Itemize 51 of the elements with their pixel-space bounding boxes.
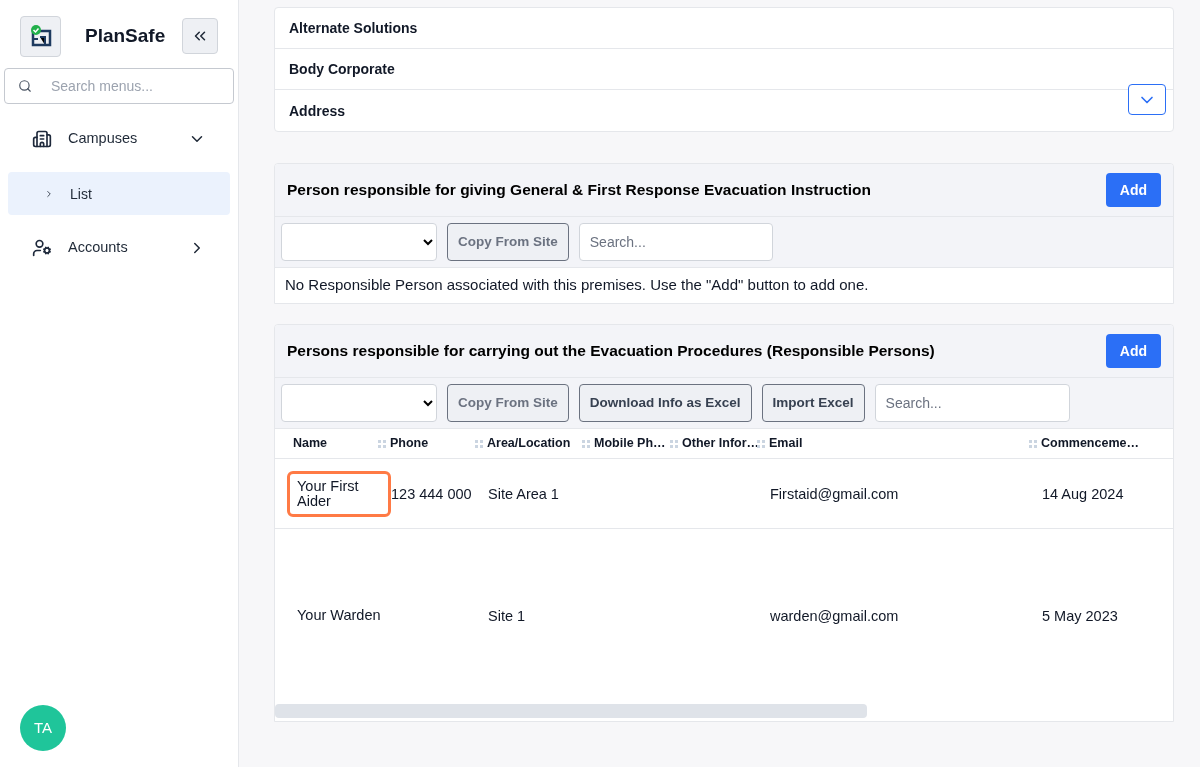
toolbar-button[interactable]: Import Excel (761, 384, 865, 422)
drag-handle-icon[interactable] (582, 439, 590, 448)
panel-title: Persons responsible for carrying out the Evacuation Procedures (Responsible Persons) (287, 341, 935, 362)
table-cell: Site 1 (488, 607, 526, 624)
table-cell: 14 Aug 2024 (1042, 485, 1124, 502)
table-cell-text: Your First Aider (297, 478, 360, 509)
collapse-button[interactable] (182, 18, 218, 54)
table-cell: 5 May 2023 (1042, 607, 1118, 624)
table-cell: Site Area 1 (488, 485, 559, 502)
toolbar-button[interactable]: Copy From Site (447, 223, 569, 261)
drag-handle-icon[interactable] (670, 439, 678, 448)
column-header[interactable]: Name (276, 434, 328, 453)
building-icon (32, 129, 52, 149)
table-cell-text: Your Warden (297, 608, 382, 623)
drag-handle-icon[interactable] (378, 439, 386, 448)
column-header[interactable]: Other Infor… (682, 434, 760, 453)
detail-label: Alternate Solutions (289, 19, 418, 38)
drag-handle-icon[interactable] (475, 439, 483, 448)
search-field[interactable]: Search menus... (4, 68, 234, 104)
add-button[interactable]: Add (1105, 334, 1161, 368)
search-field[interactable]: Search... (578, 223, 773, 261)
toolbar-button[interactable]: Copy From Site (447, 384, 569, 422)
toolbar-button[interactable]: Download Info as Excel (578, 384, 752, 422)
expand-button[interactable] (1128, 84, 1166, 115)
column-header[interactable]: Area/Location (487, 434, 571, 453)
drag-handle-icon[interactable] (757, 439, 765, 448)
menu-item[interactable]: Accounts (0, 221, 238, 275)
menu-item[interactable]: Campuses (0, 112, 238, 166)
table-cell: 123 444 000 (391, 485, 472, 502)
table-cell: Firstaid@gmail.com (770, 485, 899, 502)
column-header[interactable]: Email (769, 434, 803, 453)
logo-icon (20, 15, 61, 57)
chevron-right-icon (44, 188, 54, 199)
detail-label: Address (289, 101, 346, 121)
add-button[interactable]: Add (1105, 173, 1161, 207)
drag-handle-icon[interactable] (1029, 439, 1037, 448)
dropdown-field[interactable] (281, 223, 437, 261)
app-name: PlanSafe (85, 23, 166, 48)
detail-label: Body Corporate (289, 60, 395, 79)
search-field[interactable]: Search... (874, 384, 1070, 422)
dropdown-field[interactable] (281, 384, 437, 422)
scrollbar[interactable] (275, 704, 867, 718)
user-gear-icon (32, 238, 52, 258)
search-icon (18, 79, 32, 93)
column-header[interactable]: Phone (390, 434, 429, 453)
table-cell: warden@gmail.com (770, 607, 899, 624)
panel-title: Person responsible for giving General & First Response Evacuation Instruction (287, 180, 871, 201)
column-header[interactable]: Mobile Ph… (594, 434, 666, 453)
submenu-item[interactable]: List (8, 172, 230, 215)
empty-message: No Responsible Person associated with this premises. Use the "Add" button to add one. (285, 275, 869, 296)
column-header[interactable]: Commenceme… (1041, 434, 1139, 453)
